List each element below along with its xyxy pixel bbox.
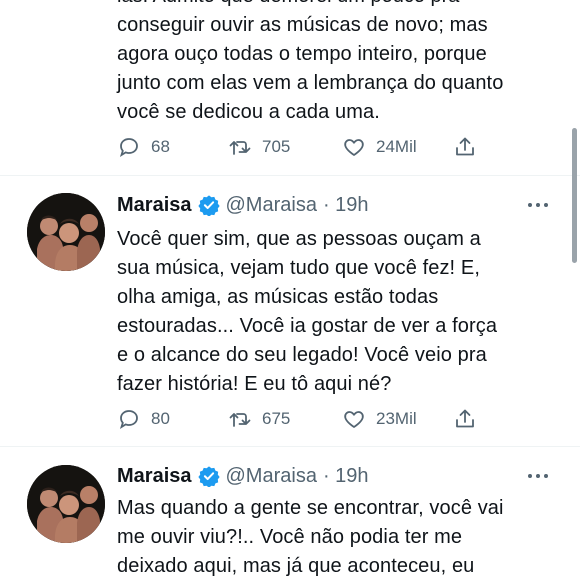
username[interactable]: @Maraisa [226,465,317,488]
dot [544,474,548,478]
tweet-1[interactable]: las. Admito que demorei um pouco pra con… [0,0,580,170]
share-button[interactable] [453,406,487,432]
more-options-button[interactable] [528,200,550,210]
heart-icon [344,139,364,156]
tweet-text: conseguir ouvir as músicas de novo; mas … [117,14,504,123]
like-count: 23Mil [376,409,417,428]
share-icon [456,137,474,156]
avatar-photo [27,193,105,271]
dot [528,474,532,478]
avatar-photo [27,465,105,543]
retweet-button[interactable]: 705 [228,134,290,160]
reply-count: 68 [151,137,170,156]
avatar[interactable] [27,193,105,271]
heart-icon [344,411,364,428]
display-name[interactable]: Maraisa [117,465,192,488]
tweet-text-partial: las. Admito que demorei um pouco pra [117,0,459,11]
tweet-text: Você quer sim, que as pessoas ouçam a su… [117,228,498,395]
dot [528,203,532,207]
reply-count: 80 [151,409,170,428]
retweet-count: 705 [262,137,291,156]
retweet-icon [229,413,251,427]
reply-icon [119,138,138,157]
like-button[interactable]: 23Mil [342,406,417,432]
timestamp[interactable]: · 19h [323,465,369,488]
tweet-header: Maraisa @Maraisa · 19h [117,462,369,490]
dot [536,474,540,478]
reply-icon [119,410,138,429]
dot [536,203,540,207]
timestamp[interactable]: · 19h [323,194,369,217]
like-button[interactable]: 24Mil [342,134,417,160]
reply-button[interactable]: 68 [117,134,170,160]
username[interactable]: @Maraisa [226,194,317,217]
tweet-3[interactable]: Maraisa @Maraisa · 19h Mas quando a gent… [0,447,580,580]
more-options-button[interactable] [528,471,550,481]
share-icon [456,409,474,428]
verified-badge-icon [197,195,220,216]
like-count: 24Mil [376,137,417,156]
verified-badge-icon [197,466,220,487]
dot [544,203,548,207]
avatar[interactable] [27,465,105,543]
retweet-icon [229,141,251,155]
tweet-header: Maraisa @Maraisa · 19h [117,191,369,219]
tweet-2[interactable]: Maraisa @Maraisa · 19h Você quer sim, qu… [0,176,580,458]
tweet-text: Mas quando a gente se encontrar, você va… [117,497,504,577]
retweet-count: 675 [262,409,291,428]
scrollbar[interactable] [572,128,577,263]
retweet-button[interactable]: 675 [228,406,290,432]
display-name[interactable]: Maraisa [117,194,192,217]
share-button[interactable] [453,134,487,160]
reply-button[interactable]: 80 [117,406,170,432]
